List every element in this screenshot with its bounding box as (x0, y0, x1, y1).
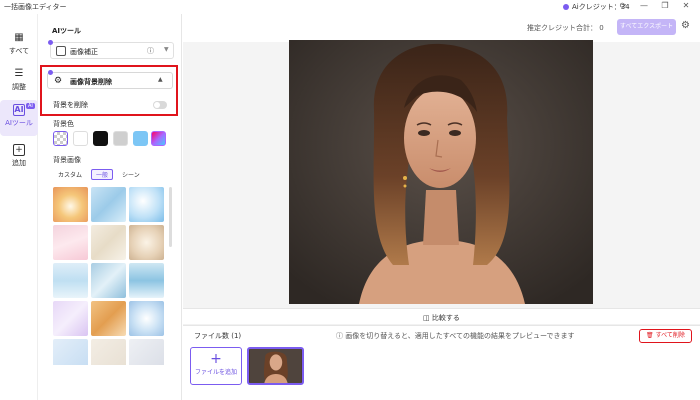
remove-bg-row: 背景を削除 (53, 99, 168, 111)
bg-image-label: 背景画像 (53, 156, 81, 164)
panel-title: AIツール (52, 27, 82, 35)
swatch-gradient[interactable] (151, 131, 166, 146)
add-file-label: ファイルを追加 (194, 369, 237, 376)
restore-icon[interactable]: ❐ (659, 1, 671, 10)
chevron-down-icon[interactable]: ▼ (164, 46, 169, 53)
bg-image-tabs: カスタム 一般 シーン (53, 169, 145, 180)
used-credits: 推定クレジット合計： 0 (527, 24, 604, 32)
swatch-black[interactable] (93, 131, 108, 146)
swatch-white[interactable] (73, 131, 88, 146)
grid-icon: ▦ (14, 32, 24, 43)
bg-thumb[interactable] (129, 225, 164, 260)
file-count: ファイル数 (1) (194, 332, 242, 340)
info-icon[interactable]: ⓘ (147, 46, 154, 56)
bg-thumb[interactable] (91, 339, 126, 365)
nav-item-label: すべて (8, 47, 30, 55)
remove-bg-toggle[interactable] (153, 101, 167, 109)
add-file-button[interactable]: + ファイルを追加 (190, 347, 242, 385)
sliders-icon: ☰ (14, 68, 24, 79)
bg-color-label: 背景色 (53, 120, 74, 128)
compare-button[interactable]: ◫ 比較する (423, 313, 460, 323)
nav-item-label: 追加 (12, 159, 26, 167)
bg-thumb[interactable] (91, 263, 126, 298)
plus-square-icon: + (13, 144, 25, 156)
new-dot (48, 70, 53, 75)
nav-item-label: AIツール (5, 119, 33, 127)
export-all-button[interactable]: すべてエクスポート (617, 19, 676, 35)
bg-thumb[interactable] (53, 301, 88, 336)
bg-thumb[interactable] (129, 339, 164, 365)
ai-icon: AI (13, 104, 25, 116)
compare-bar: ◫ 比較する (183, 308, 700, 324)
nav-item-label: 調整 (12, 83, 26, 91)
file-thumbnail[interactable] (247, 347, 304, 385)
window-title: 一括画像エディター (4, 3, 67, 11)
bg-thumb[interactable] (53, 263, 88, 298)
plus-icon: + (210, 351, 222, 367)
nav-item-all[interactable]: ▦ すべて (0, 28, 38, 62)
delete-all-button[interactable]: 🗑 すべて削除 (639, 329, 692, 343)
ai-badge: AI (26, 103, 35, 109)
close-icon[interactable]: ✕ (680, 1, 692, 10)
nav-item-ai-tools[interactable]: AI AI AIツール (0, 100, 38, 136)
bg-thumb[interactable] (129, 263, 164, 298)
bg-remove-label: 画像背景削除 (70, 78, 112, 86)
bg-thumb[interactable] (53, 187, 88, 222)
settings-icon[interactable]: ⚙ (681, 20, 690, 31)
bg-thumb[interactable] (53, 225, 88, 260)
left-nav: ▦ すべて ☰ 調整 AI AI AIツール + 追加 (0, 14, 38, 400)
credit-icon (563, 4, 569, 10)
window-controls: ⟳ — ❐ ✕ (617, 1, 692, 10)
bg-thumb[interactable] (129, 187, 164, 222)
swatch-transparent[interactable] (53, 131, 68, 146)
swatch-gray[interactable] (113, 131, 128, 146)
enhance-tool[interactable]: 画像補正 ⓘ ▼ (50, 42, 174, 59)
compare-icon: ◫ (423, 314, 430, 322)
tab-general[interactable]: 一般 (91, 169, 114, 180)
preview-photo (289, 40, 593, 304)
remove-bg-label: 背景を削除 (53, 101, 88, 109)
delete-all-label: すべて削除 (655, 332, 685, 339)
bg-thumb[interactable] (91, 187, 126, 222)
enhance-icon (56, 46, 66, 56)
tab-scene[interactable]: シーン (117, 169, 145, 180)
panel-scrollbar[interactable] (169, 187, 172, 247)
minimize-icon[interactable]: — (638, 1, 650, 10)
preview-hint: ⓘ 画像を切り替えると、適用したすべての機能の結果をプレビューできます (336, 331, 575, 341)
bg-thumb[interactable] (91, 301, 126, 336)
chevron-up-icon[interactable]: ▲ (158, 76, 163, 83)
info-icon: ⓘ (336, 332, 343, 340)
bg-remove-header[interactable]: ⚙ 画像背景削除 ▲ (47, 72, 173, 89)
tab-custom[interactable]: カスタム (53, 169, 87, 180)
bg-thumb[interactable] (129, 301, 164, 336)
refresh-icon[interactable]: ⟳ (617, 1, 629, 10)
compare-label: 比較する (431, 314, 460, 322)
enhance-label: 画像補正 (70, 48, 98, 56)
bg-thumb[interactable] (53, 339, 88, 365)
bg-remove-icon: ⚙ (54, 76, 63, 86)
nav-item-adjust[interactable]: ☰ 調整 (0, 64, 38, 98)
bg-thumb[interactable] (91, 225, 126, 260)
hint-text: 画像を切り替えると、適用したすべての機能の結果をプレビューできます (345, 332, 575, 340)
bg-image-grid (53, 187, 167, 365)
nav-item-add[interactable]: + 追加 (0, 140, 38, 174)
trash-icon: 🗑 (646, 332, 654, 339)
swatch-blue[interactable] (133, 131, 148, 146)
new-dot (48, 40, 53, 45)
